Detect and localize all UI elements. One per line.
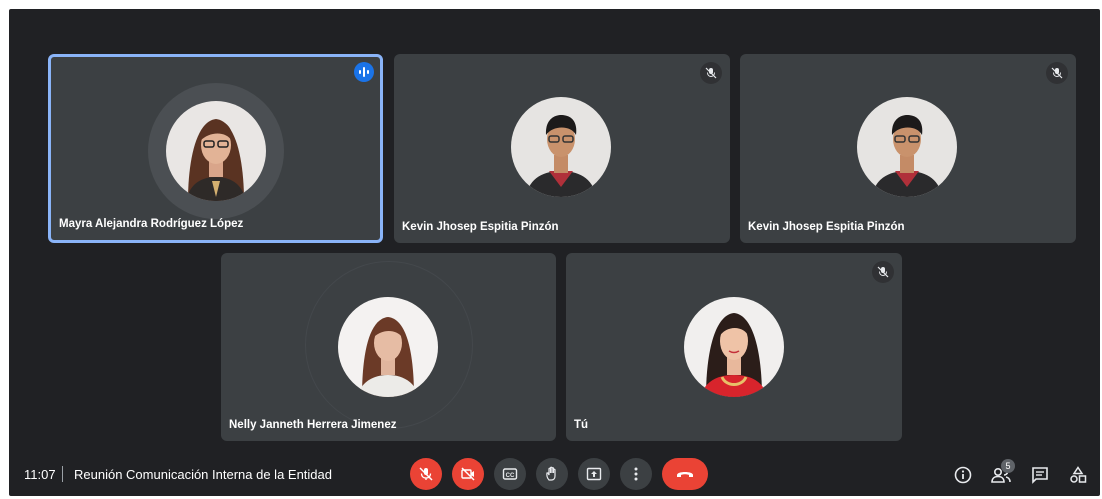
captions-icon: CC [502,468,518,480]
more-options-icon [634,467,638,481]
hang-up-icon [677,472,693,477]
present-button[interactable] [578,458,610,490]
participant-name: Kevin Jhosep Espitia Pinzón [748,221,905,233]
avatar [166,101,266,201]
divider [62,466,63,482]
chat-icon [1032,467,1048,484]
mic-off-icon [419,467,433,481]
mic-off-icon [1046,62,1068,84]
avatar [511,97,611,197]
activities-icon [1070,466,1087,483]
participant-tile-self[interactable]: Tú [566,253,902,441]
info-icon [954,466,972,484]
participant-tile[interactable]: Mayra Alejandra Rodríguez López [48,54,383,243]
mic-off-icon [700,62,722,84]
avatar [684,297,784,397]
meeting-clock: 11:07 [24,467,56,482]
mic-off-icon [872,261,894,283]
chat-button[interactable] [1028,463,1052,487]
present-icon [586,467,602,481]
svg-text:CC: CC [506,473,515,479]
participant-name: Tú [574,419,589,431]
hang-up-button[interactable] [662,458,708,490]
participant-name: Nelly Janneth Herrera Jimenez [229,419,397,431]
camera-off-icon [461,467,475,481]
avatar [857,97,957,197]
participant-count-badge: 5 [1001,459,1015,473]
camera-toggle-button[interactable] [452,458,484,490]
participant-name: Kevin Jhosep Espitia Pinzón [402,221,559,233]
captions-button[interactable]: CC [494,458,526,490]
participant-name: Mayra Alejandra Rodríguez López [59,218,244,230]
more-options-button[interactable] [620,458,652,490]
raise-hand-icon [546,466,556,481]
participant-tile[interactable]: Kevin Jhosep Espitia Pinzón [394,54,730,243]
meeting-title: Reunión Comunicación Interna de la Entid… [74,467,333,482]
participant-tile[interactable]: Kevin Jhosep Espitia Pinzón [740,54,1076,243]
meeting-stage: Mayra Alejandra Rodríguez López Kevin Jh… [9,9,1100,496]
activities-button[interactable] [1066,463,1090,487]
mic-toggle-button[interactable] [410,458,442,490]
raise-hand-button[interactable] [536,458,568,490]
speaking-indicator-icon [354,62,374,82]
avatar [338,297,438,397]
bottom-bar: 11:07 Reunión Comunicación Interna de la… [9,451,1100,496]
meeting-details-button[interactable] [951,463,975,487]
participant-tile[interactable]: Nelly Janneth Herrera Jimenez [221,253,556,441]
people-button[interactable]: 5 [989,459,1015,487]
